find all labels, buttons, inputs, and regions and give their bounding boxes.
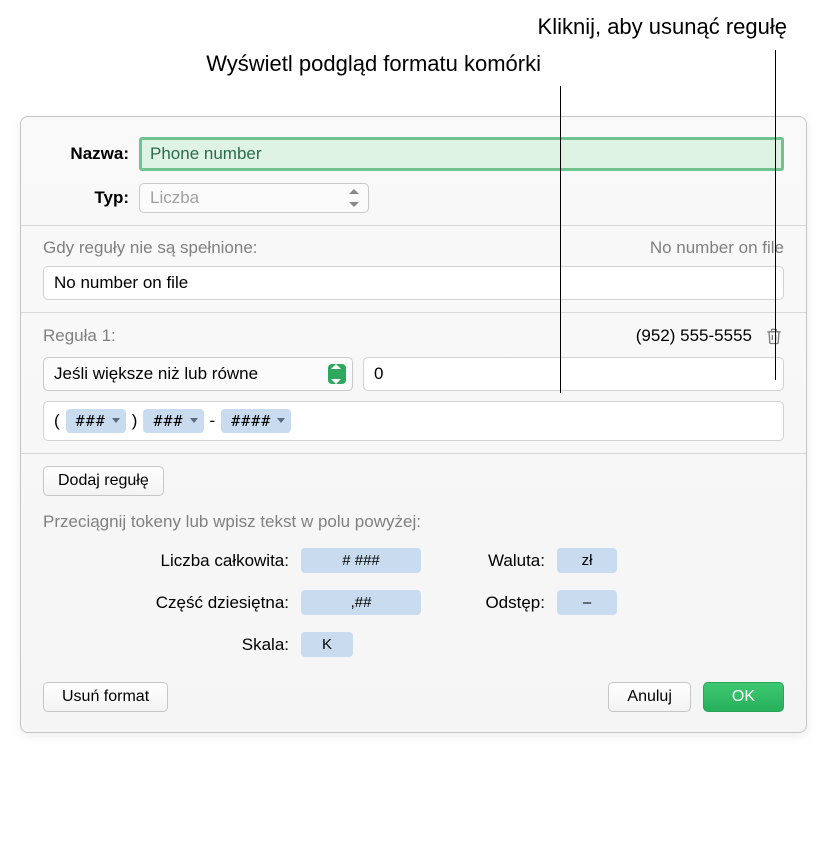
chevron-down-icon <box>277 418 285 423</box>
threshold-input[interactable] <box>363 357 784 391</box>
token-label-currency: Waluta: <box>429 551 549 571</box>
token-scale[interactable]: K <box>301 632 353 657</box>
cancel-button[interactable]: Anuluj <box>608 682 690 712</box>
name-input[interactable] <box>139 137 784 171</box>
token-integer[interactable]: # ### <box>301 548 421 573</box>
callout-preview-format: Wyświetl podgląd formatu komórki <box>30 49 797 80</box>
callout-delete-rule: Kliknij, aby usunąć regułę <box>30 12 797 43</box>
literal-text: ( <box>54 411 60 431</box>
type-select-value: Liczba <box>150 188 199 208</box>
literal-text: ) <box>132 411 138 431</box>
drag-hint: Przeciągnij tokeny lub wpisz tekst w pol… <box>43 512 784 532</box>
trash-icon[interactable] <box>764 325 784 347</box>
token-label-decimal: Część dziesiętna: <box>43 593 293 613</box>
format-token[interactable]: ### <box>66 409 126 433</box>
literal-text: - <box>210 411 216 431</box>
chevron-down-icon <box>112 418 120 423</box>
token-label-spacing: Odstęp: <box>429 593 549 613</box>
format-token[interactable]: #### <box>221 409 291 433</box>
rule-preview: (952) 555-5555 <box>636 326 752 346</box>
no-rules-input[interactable] <box>43 266 784 300</box>
no-rules-preview: No number on file <box>650 238 784 258</box>
token-spacing[interactable]: – <box>557 590 617 615</box>
name-label: Nazwa: <box>43 144 139 164</box>
chevron-updown-icon <box>346 189 362 207</box>
callout-line <box>775 50 776 380</box>
chevron-down-icon <box>190 418 198 423</box>
format-token[interactable]: ### <box>143 409 203 433</box>
condition-value: Jeśli większe niż lub równe <box>54 364 258 384</box>
token-label-scale: Skala: <box>43 635 293 655</box>
add-rule-button[interactable]: Dodaj regułę <box>43 466 164 496</box>
type-label: Typ: <box>43 188 139 208</box>
delete-format-button[interactable]: Usuń format <box>43 682 168 712</box>
format-pattern-input[interactable]: ( ### ) ### - #### <box>43 401 784 441</box>
custom-format-dialog: Nazwa: Typ: Liczba Gdy reguły nie są spe… <box>20 116 807 733</box>
token-label-integer: Liczba całkowita: <box>43 551 293 571</box>
divider <box>21 225 806 226</box>
no-rules-label: Gdy reguły nie są spełnione: <box>43 238 258 258</box>
token-currency[interactable]: zł <box>557 548 617 573</box>
type-select[interactable]: Liczba <box>139 183 369 213</box>
condition-select[interactable]: Jeśli większe niż lub równe <box>43 357 353 391</box>
token-decimal[interactable]: ,## <box>301 590 421 615</box>
chevron-updown-icon <box>328 364 346 384</box>
rule-label: Reguła 1: <box>43 326 116 346</box>
callout-line <box>560 86 561 393</box>
ok-button[interactable]: OK <box>703 682 784 712</box>
divider <box>21 453 806 454</box>
divider <box>21 312 806 313</box>
